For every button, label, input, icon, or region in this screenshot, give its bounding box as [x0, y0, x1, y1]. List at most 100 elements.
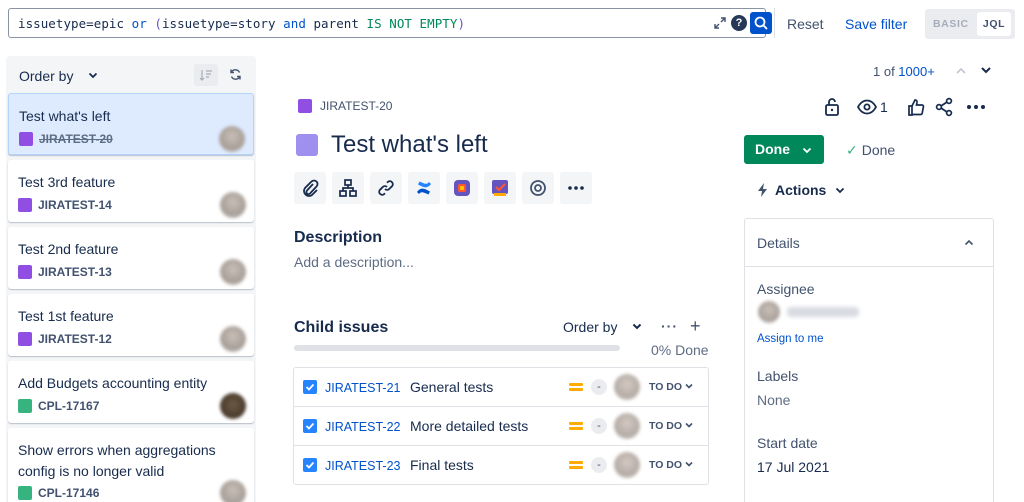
status-dropdown[interactable]: TO DO — [646, 379, 696, 396]
toolbar-divider — [774, 8, 775, 38]
checkbox-icon — [303, 419, 317, 433]
list-item-key: JIRATEST-12 — [38, 332, 112, 346]
more-actions-button[interactable] — [560, 172, 592, 204]
list-item-title: Show errors when aggregations config is … — [18, 442, 216, 479]
chevron-down-icon — [685, 383, 693, 389]
chevron-down-icon[interactable] — [978, 62, 994, 78]
estimate-badge[interactable]: - — [591, 457, 607, 473]
child-issue-summary[interactable]: More detailed tests — [410, 418, 528, 434]
details-header[interactable]: Details — [745, 219, 993, 267]
lock-icon[interactable] — [822, 96, 842, 118]
child-issue-summary[interactable]: Final tests — [410, 457, 474, 473]
eye-icon[interactable] — [856, 97, 878, 117]
jql-input[interactable]: issuetype=epic or (issuetype=story and p… — [8, 8, 772, 38]
child-order-by-button[interactable]: Order by — [563, 319, 617, 335]
attach-button[interactable] — [294, 172, 326, 204]
breadcrumb-issue-key[interactable]: JIRATEST-20 — [320, 99, 392, 113]
list-item-title: Test 3rd feature — [18, 174, 116, 190]
details-panel: Details Assignee Assign to me Labels Non… — [744, 218, 994, 502]
details-title: Details — [757, 235, 800, 251]
child-more-button[interactable]: ··· — [661, 318, 678, 334]
status-transition-button[interactable]: Done — [744, 135, 824, 164]
assignee-name[interactable] — [787, 307, 859, 317]
chevron-down-icon[interactable] — [88, 70, 98, 80]
avatar[interactable] — [758, 301, 780, 323]
list-item-title: Test 2nd feature — [18, 241, 119, 257]
list-item[interactable]: Show errors when aggregations config is … — [8, 428, 254, 502]
share-icon[interactable] — [934, 96, 954, 118]
app-button-3[interactable] — [522, 172, 554, 204]
link-icon — [378, 180, 394, 196]
child-issue-key[interactable]: JIRATEST-21 — [325, 381, 400, 395]
jql-mode-option[interactable]: JQL — [977, 12, 1011, 36]
list-item-title: Test 1st feature — [18, 308, 114, 324]
chevron-up-icon[interactable] — [950, 60, 972, 82]
add-child-button[interactable]: + — [690, 316, 701, 337]
help-icon[interactable]: ? — [731, 15, 747, 31]
list-item-title: Add Budgets accounting entity — [18, 375, 208, 391]
list-item[interactable]: Test 1st feature JIRATEST-12 — [8, 294, 254, 356]
list-item-title: Test what's left — [19, 108, 111, 124]
jql-toolbar: issuetype=epic or (issuetype=story and p… — [0, 0, 1024, 48]
save-filter-button[interactable]: Save filter — [845, 16, 907, 32]
labels-value[interactable]: None — [757, 392, 790, 408]
confluence-icon — [417, 181, 431, 195]
jql-query-text[interactable]: issuetype=epic or (issuetype=story and p… — [18, 16, 465, 31]
pager-total-link[interactable]: 1000+ — [898, 64, 935, 79]
issue-list-panel: Order by Test what's left JIRATEST-20 Te… — [6, 56, 256, 502]
list-item-key: CPL-17146 — [38, 486, 100, 500]
child-issue-key[interactable]: JIRATEST-23 — [325, 459, 400, 473]
avatar[interactable] — [614, 452, 640, 478]
chevron-down-icon[interactable] — [631, 320, 643, 332]
issue-top-actions: 1 — [822, 96, 992, 118]
avatar[interactable] — [614, 374, 640, 400]
reset-button[interactable]: Reset — [787, 16, 824, 32]
list-item-key: JIRATEST-20 — [39, 132, 113, 146]
list-item-key: JIRATEST-13 — [38, 265, 112, 279]
issue-pager: 1 of 1000+ — [873, 64, 935, 79]
chevron-down-icon — [836, 187, 845, 194]
table-row[interactable]: JIRATEST-21 General tests - TO DO — [294, 368, 708, 407]
child-issue-summary[interactable]: General tests — [410, 379, 493, 395]
table-row[interactable]: JIRATEST-22 More detailed tests - TO DO — [294, 407, 708, 446]
estimate-badge[interactable]: - — [591, 379, 607, 395]
expand-icon[interactable] — [713, 16, 727, 30]
check-icon: ✓ — [846, 142, 858, 158]
avatar — [220, 326, 246, 352]
avatar — [219, 126, 245, 152]
order-by-button[interactable]: Order by — [19, 68, 73, 84]
list-item[interactable]: Test what's left JIRATEST-20 — [8, 93, 254, 155]
list-item[interactable]: Test 2nd feature JIRATEST-13 — [8, 227, 254, 289]
sort-icon — [199, 70, 212, 81]
list-item[interactable]: Test 3rd feature JIRATEST-14 — [8, 160, 254, 222]
child-issues-table: JIRATEST-21 General tests - TO DO JIRATE… — [293, 367, 709, 485]
actions-button[interactable]: Actions — [757, 182, 845, 198]
sort-direction-button[interactable] — [194, 64, 218, 86]
more-icon[interactable] — [964, 96, 988, 118]
issue-list-header: Order by — [6, 56, 256, 92]
search-button[interactable] — [750, 12, 772, 34]
search-mode-toggle[interactable]: BASIC JQL — [925, 9, 1015, 39]
assign-to-me-link[interactable]: Assign to me — [757, 333, 823, 345]
status-dropdown[interactable]: TO DO — [646, 457, 696, 474]
table-row[interactable]: JIRATEST-23 Final tests - TO DO — [294, 446, 708, 485]
confluence-button[interactable] — [408, 172, 440, 204]
avatar[interactable] — [614, 413, 640, 439]
start-date-value[interactable]: 17 Jul 2021 — [757, 459, 829, 475]
add-child-issue-button[interactable] — [332, 172, 364, 204]
description-field[interactable]: Add a description... — [294, 254, 414, 270]
epic-color-swatch — [296, 134, 318, 156]
basic-mode-option[interactable]: BASIC — [933, 18, 969, 30]
refresh-icon[interactable] — [229, 68, 242, 81]
list-item[interactable]: Add Budgets accounting entity CPL-17167 — [8, 361, 254, 423]
search-icon — [754, 16, 768, 30]
status-dropdown[interactable]: TO DO — [646, 418, 696, 435]
link-issue-button[interactable] — [370, 172, 402, 204]
app-button-2[interactable] — [484, 172, 516, 204]
thumbs-up-icon[interactable] — [906, 96, 926, 118]
issue-title[interactable]: Test what's left — [331, 131, 488, 159]
app-button-1[interactable] — [446, 172, 478, 204]
child-issue-key[interactable]: JIRATEST-22 — [325, 420, 400, 434]
estimate-badge[interactable]: - — [591, 418, 607, 434]
priority-medium-icon — [568, 459, 584, 471]
